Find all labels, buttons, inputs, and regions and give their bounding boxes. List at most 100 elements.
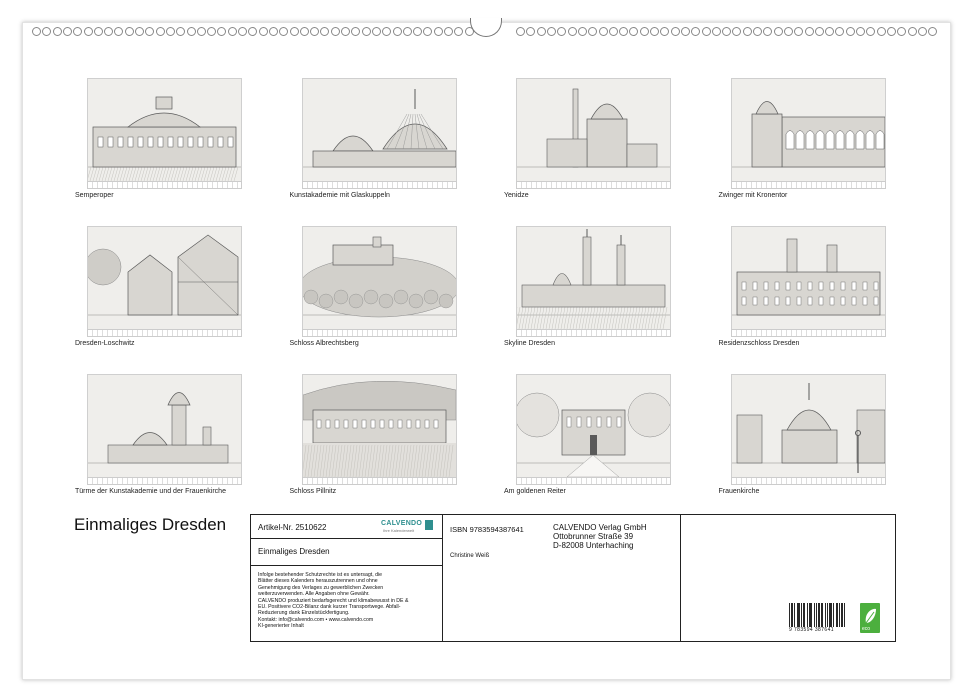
publisher-address: CALVENDO Verlag GmbH Ottobrunner Straße 3… (553, 523, 647, 550)
binding-hole (773, 27, 783, 36)
binding-hole (320, 27, 330, 36)
month-caption: Semperoper (75, 192, 114, 199)
calendar-day-strip (516, 181, 671, 189)
author: Christine Weiß (450, 553, 490, 559)
glass-dome-icon (301, 78, 457, 182)
binding-hole (639, 27, 649, 36)
binding-hole (660, 27, 670, 36)
binding-hole (392, 27, 402, 36)
binding-hole (928, 27, 938, 36)
church-towers-icon (87, 374, 242, 478)
month-cell: Yenidze (499, 78, 714, 208)
winter-square-icon (516, 374, 671, 478)
calendar-day-strip (301, 329, 457, 337)
barcode-icon (789, 603, 845, 627)
binding-hole (341, 27, 350, 36)
month-caption: Yenidze (504, 192, 529, 199)
barcode-number: 9 783594 387641 (789, 627, 834, 633)
calendar-day-strip (87, 329, 242, 337)
binding-hole (825, 27, 835, 36)
binding-hole (732, 27, 742, 36)
binding-hole (382, 27, 392, 36)
binding-hole (73, 27, 83, 36)
binding-hole (794, 27, 804, 36)
binding-hole (866, 27, 876, 36)
month-cell: Türme der Kunstakademie und der Frauenki… (70, 374, 285, 504)
month-cell: Residenzschloss Dresden (714, 226, 929, 356)
binding-hole (753, 27, 762, 36)
binding-hole (52, 27, 62, 36)
calvendo-logo: CALVENDO (381, 520, 423, 527)
month-cell: Frauenkirche (714, 374, 929, 504)
calvendo-logo-icon (425, 520, 433, 530)
binding-hole (93, 27, 103, 36)
riverside-palace-icon (301, 374, 457, 478)
calendar-day-strip (516, 329, 671, 337)
skyline-icon (516, 226, 671, 330)
binding-hole (629, 27, 639, 36)
binding-hole (711, 27, 721, 36)
binding-hole (444, 27, 453, 36)
binding-hole (670, 27, 680, 36)
binding-hole (897, 27, 907, 36)
month-caption: Türme der Kunstakademie und der Frauenki… (75, 488, 226, 495)
binding-hole (42, 27, 52, 36)
binding-hole (361, 27, 371, 36)
binding-hole (722, 27, 732, 36)
binding-hole (423, 27, 433, 36)
binding-hole (330, 27, 340, 36)
month-cell: Schloss Pillnitz (285, 374, 500, 504)
binding-hole (763, 27, 773, 36)
binding-hole (196, 27, 206, 36)
binding-hole (413, 27, 423, 36)
binding-hole (598, 27, 608, 36)
binding-hole (217, 27, 227, 36)
binding-hole (876, 27, 886, 36)
info-column-barcode: 9 783594 387641 eco (681, 515, 895, 641)
binding-hole (886, 27, 896, 36)
month-caption: Zwinger mit Kronentor (718, 192, 788, 199)
binding-hole (433, 27, 443, 36)
calendar-day-strip (87, 181, 242, 189)
month-caption: Skyline Dresden (504, 340, 555, 347)
binding-hole (588, 27, 598, 36)
mosque-dome-icon (516, 78, 671, 182)
publisher-line: D-82008 Unterhaching (553, 541, 634, 550)
crown-gate-icon (730, 78, 886, 182)
binding-hole (608, 27, 618, 36)
divider (251, 565, 442, 566)
binding-hole (114, 27, 124, 36)
calendar-day-strip (301, 181, 457, 189)
publisher-line: Ottobrunner Straße 39 (553, 532, 634, 541)
month-cell: Am goldenen Reiter (499, 374, 714, 504)
binding-hole (547, 27, 556, 36)
calendar-day-strip (301, 477, 457, 485)
binding-hole (279, 27, 289, 36)
info-calendar-title: Einmaliges Dresden (258, 547, 330, 556)
month-cell: Semperoper (70, 78, 285, 208)
month-caption: Schloss Pillnitz (289, 488, 337, 495)
binding-hole (83, 27, 93, 36)
binding-hole (742, 27, 752, 36)
article-number: Artikel-Nr. 2510622 (258, 523, 327, 532)
binding-hole (856, 27, 865, 36)
publisher-line: CALVENDO Verlag GmbH (553, 523, 647, 532)
binding-hole (227, 27, 237, 36)
binding-hole (238, 27, 247, 36)
month-cell: Dresden-Loschwitz (70, 226, 285, 356)
binding-hole (176, 27, 186, 36)
calvendo-logo-tagline: Ihre Kalenderwelt (383, 528, 415, 533)
binding-hole (124, 27, 134, 36)
info-column-article: Artikel-Nr. 2510622 CALVENDO Ihre Kalend… (251, 515, 443, 641)
binding-hole (402, 27, 412, 36)
binding-hole (454, 27, 464, 36)
binding-hole (907, 27, 917, 36)
month-cell: Zwinger mit Kronentor (714, 78, 929, 208)
binding-hole (258, 27, 268, 36)
binding-hole (557, 27, 567, 36)
eco-label: eco (862, 626, 871, 632)
calendar-title: Einmaliges Dresden (74, 515, 227, 534)
binding-hole (186, 27, 196, 36)
half-timbered-houses-icon (87, 226, 242, 330)
binding-hole (268, 27, 278, 36)
